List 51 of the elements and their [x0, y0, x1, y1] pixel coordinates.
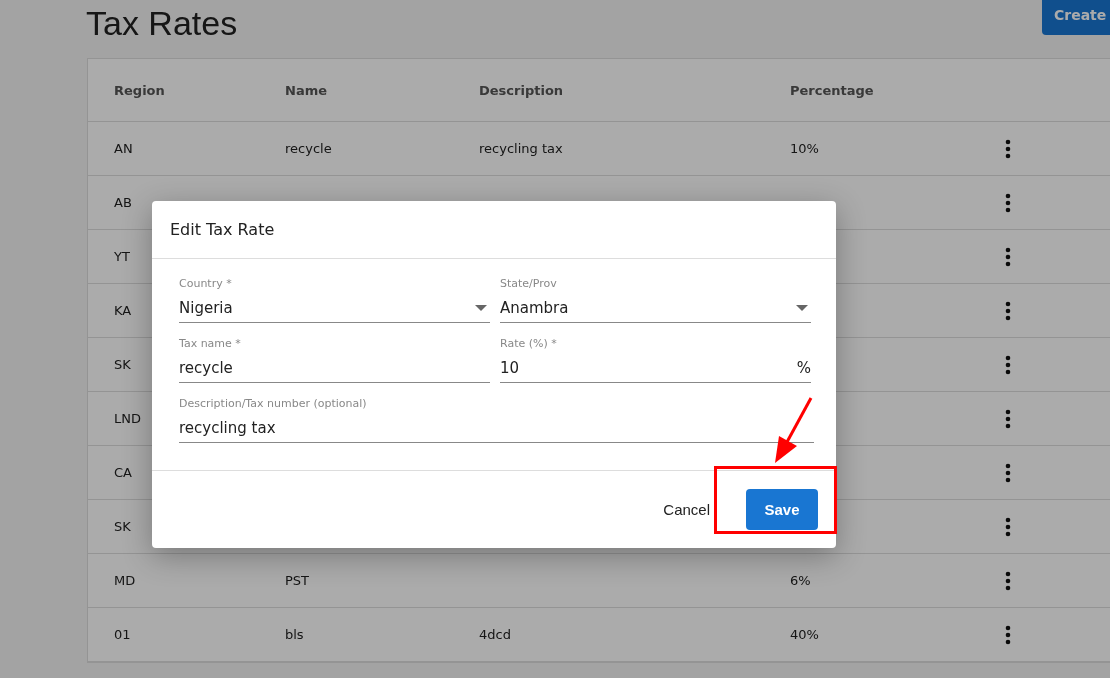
column-header: Description: [479, 82, 564, 98]
more-options-icon[interactable]: [1005, 516, 1011, 537]
more-options-icon[interactable]: [1005, 354, 1011, 375]
more-options-icon[interactable]: [1005, 138, 1011, 159]
table-cell: LND: [114, 411, 141, 426]
caret-icon: [475, 305, 487, 311]
more-options-icon[interactable]: [1005, 192, 1011, 213]
table-cell: KA: [114, 303, 132, 318]
more-options-icon[interactable]: [1005, 246, 1011, 267]
field-label: State/Prov: [500, 277, 557, 290]
column-header: Name: [285, 82, 327, 98]
field-label: Rate (%) *: [500, 337, 557, 350]
input-field[interactable]: recycle: [179, 354, 490, 383]
more-options-icon[interactable]: [1005, 462, 1011, 483]
page-title: Tax Rates: [86, 4, 238, 43]
unit-label: %: [796, 359, 811, 377]
table-cell: 01: [114, 627, 131, 642]
create-button[interactable]: Create: [1042, 0, 1110, 35]
table-cell: SK: [114, 357, 131, 372]
table-cell: 4dcd: [479, 627, 511, 642]
table-cell: MD: [114, 573, 136, 588]
more-options-icon[interactable]: [1005, 300, 1011, 321]
input-field[interactable]: 10 %: [500, 354, 811, 383]
dialog-title: Edit Tax Rate: [170, 220, 275, 239]
field-label: Description/Tax number (optional): [179, 397, 367, 410]
table-cell: recycle: [285, 141, 332, 156]
table-cell: PST: [285, 573, 310, 588]
column-header: Percentage: [790, 82, 874, 98]
column-header: Region: [114, 82, 165, 98]
table-cell: bls: [285, 627, 304, 642]
table-cell: SK: [114, 519, 131, 534]
table-cell: 6%: [790, 573, 811, 588]
select-field[interactable]: Nigeria: [179, 294, 490, 323]
table-cell: 10%: [790, 141, 819, 156]
table-cell: CA: [114, 465, 132, 480]
field-label: Tax name *: [179, 337, 241, 350]
more-options-icon[interactable]: [1005, 624, 1011, 645]
table-cell: AB: [114, 195, 132, 210]
select-field[interactable]: Anambra: [500, 294, 811, 323]
annotation-arrow: [775, 397, 813, 463]
input-field[interactable]: recycling tax: [179, 414, 814, 443]
table-cell: recycling tax: [479, 141, 563, 156]
save-button[interactable]: Save: [746, 489, 818, 530]
table-cell: AN: [114, 141, 133, 156]
table-cell: YT: [114, 249, 130, 264]
field-label: Country *: [179, 277, 232, 290]
more-options-icon[interactable]: [1005, 408, 1011, 429]
table-cell: 40%: [790, 627, 819, 642]
cancel-button[interactable]: Cancel: [663, 501, 710, 518]
more-options-icon[interactable]: [1005, 570, 1011, 591]
caret-icon: [796, 305, 808, 311]
